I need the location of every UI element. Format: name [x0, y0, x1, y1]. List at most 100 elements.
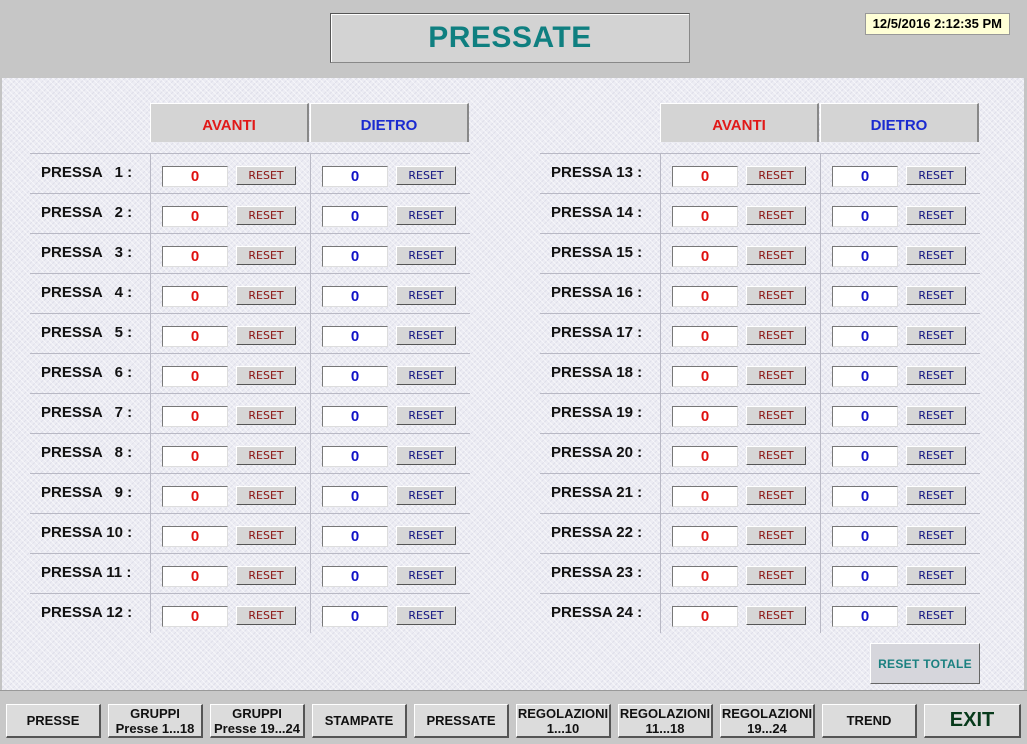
dietro-count-field[interactable]: 0: [832, 486, 898, 507]
avanti-reset-button[interactable]: RESET: [746, 486, 806, 505]
dietro-reset-button[interactable]: RESET: [396, 246, 456, 265]
avanti-count-field[interactable]: 0: [162, 206, 228, 227]
avanti-reset-button[interactable]: RESET: [236, 406, 296, 425]
avanti-reset-button[interactable]: RESET: [746, 286, 806, 305]
avanti-count-field[interactable]: 0: [162, 566, 228, 587]
avanti-reset-button[interactable]: RESET: [236, 246, 296, 265]
dietro-count-field[interactable]: 0: [322, 406, 388, 427]
dietro-reset-button[interactable]: RESET: [396, 406, 456, 425]
avanti-count-field[interactable]: 0: [162, 486, 228, 507]
avanti-count-field[interactable]: 0: [162, 526, 228, 547]
dietro-reset-button[interactable]: RESET: [396, 286, 456, 305]
dietro-count-field[interactable]: 0: [322, 446, 388, 467]
avanti-reset-button[interactable]: RESET: [236, 486, 296, 505]
dietro-reset-button[interactable]: RESET: [906, 206, 966, 225]
nav-button-stampate[interactable]: STAMPATE: [312, 704, 407, 738]
dietro-count-field[interactable]: 0: [832, 246, 898, 267]
avanti-count-field[interactable]: 0: [672, 326, 738, 347]
avanti-reset-button[interactable]: RESET: [746, 446, 806, 465]
dietro-reset-button[interactable]: RESET: [906, 486, 966, 505]
dietro-reset-button[interactable]: RESET: [396, 206, 456, 225]
dietro-reset-button[interactable]: RESET: [396, 486, 456, 505]
dietro-reset-button[interactable]: RESET: [906, 246, 966, 265]
dietro-count-field[interactable]: 0: [322, 206, 388, 227]
avanti-count-field[interactable]: 0: [672, 406, 738, 427]
nav-button-gruppi-1[interactable]: GRUPPI Presse 1...18: [108, 704, 203, 738]
dietro-count-field[interactable]: 0: [832, 326, 898, 347]
dietro-reset-button[interactable]: RESET: [906, 606, 966, 625]
avanti-reset-button[interactable]: RESET: [236, 286, 296, 305]
avanti-count-field[interactable]: 0: [672, 206, 738, 227]
avanti-reset-button[interactable]: RESET: [746, 326, 806, 345]
avanti-count-field[interactable]: 0: [162, 366, 228, 387]
dietro-count-field[interactable]: 0: [832, 366, 898, 387]
reset-totale-button[interactable]: RESET TOTALE: [870, 643, 980, 684]
dietro-count-field[interactable]: 0: [322, 246, 388, 267]
avanti-reset-button[interactable]: RESET: [746, 206, 806, 225]
avanti-count-field[interactable]: 0: [672, 566, 738, 587]
nav-button-regolazioni-5[interactable]: REGOLAZIONI 1...10: [516, 704, 611, 738]
avanti-count-field[interactable]: 0: [672, 166, 738, 187]
nav-button-gruppi-2[interactable]: GRUPPI Presse 19...24: [210, 704, 305, 738]
dietro-count-field[interactable]: 0: [322, 526, 388, 547]
nav-button-regolazioni-7[interactable]: REGOLAZIONI 19...24: [720, 704, 815, 738]
dietro-count-field[interactable]: 0: [832, 606, 898, 627]
dietro-count-field[interactable]: 0: [322, 366, 388, 387]
dietro-reset-button[interactable]: RESET: [396, 566, 456, 585]
dietro-count-field[interactable]: 0: [832, 206, 898, 227]
dietro-count-field[interactable]: 0: [322, 286, 388, 307]
dietro-count-field[interactable]: 0: [322, 606, 388, 627]
avanti-count-field[interactable]: 0: [162, 286, 228, 307]
avanti-reset-button[interactable]: RESET: [746, 246, 806, 265]
dietro-count-field[interactable]: 0: [322, 486, 388, 507]
dietro-reset-button[interactable]: RESET: [906, 406, 966, 425]
avanti-reset-button[interactable]: RESET: [236, 166, 296, 185]
nav-button-exit[interactable]: EXIT: [924, 704, 1021, 738]
avanti-reset-button[interactable]: RESET: [236, 206, 296, 225]
dietro-reset-button[interactable]: RESET: [906, 446, 966, 465]
dietro-reset-button[interactable]: RESET: [906, 566, 966, 585]
dietro-count-field[interactable]: 0: [832, 286, 898, 307]
avanti-reset-button[interactable]: RESET: [236, 566, 296, 585]
dietro-reset-button[interactable]: RESET: [906, 286, 966, 305]
avanti-count-field[interactable]: 0: [162, 166, 228, 187]
avanti-count-field[interactable]: 0: [162, 326, 228, 347]
avanti-count-field[interactable]: 0: [162, 606, 228, 627]
dietro-reset-button[interactable]: RESET: [396, 326, 456, 345]
avanti-reset-button[interactable]: RESET: [236, 366, 296, 385]
avanti-reset-button[interactable]: RESET: [746, 606, 806, 625]
avanti-reset-button[interactable]: RESET: [746, 366, 806, 385]
dietro-reset-button[interactable]: RESET: [396, 366, 456, 385]
nav-button-regolazioni-6[interactable]: REGOLAZIONI 11...18: [618, 704, 713, 738]
avanti-reset-button[interactable]: RESET: [746, 566, 806, 585]
nav-button-pressate[interactable]: PRESSATE: [414, 704, 509, 738]
dietro-count-field[interactable]: 0: [322, 166, 388, 187]
avanti-count-field[interactable]: 0: [162, 446, 228, 467]
avanti-count-field[interactable]: 0: [672, 446, 738, 467]
dietro-reset-button[interactable]: RESET: [906, 326, 966, 345]
dietro-count-field[interactable]: 0: [832, 566, 898, 587]
dietro-reset-button[interactable]: RESET: [396, 526, 456, 545]
avanti-count-field[interactable]: 0: [672, 526, 738, 547]
avanti-reset-button[interactable]: RESET: [746, 526, 806, 545]
avanti-count-field[interactable]: 0: [672, 286, 738, 307]
nav-button-presse[interactable]: PRESSE: [6, 704, 101, 738]
avanti-reset-button[interactable]: RESET: [236, 526, 296, 545]
dietro-reset-button[interactable]: RESET: [396, 446, 456, 465]
dietro-reset-button[interactable]: RESET: [396, 606, 456, 625]
avanti-count-field[interactable]: 0: [672, 486, 738, 507]
nav-button-trend[interactable]: TREND: [822, 704, 917, 738]
dietro-count-field[interactable]: 0: [322, 566, 388, 587]
avanti-reset-button[interactable]: RESET: [236, 446, 296, 465]
avanti-count-field[interactable]: 0: [162, 406, 228, 427]
avanti-reset-button[interactable]: RESET: [236, 606, 296, 625]
avanti-reset-button[interactable]: RESET: [746, 406, 806, 425]
dietro-count-field[interactable]: 0: [832, 526, 898, 547]
dietro-count-field[interactable]: 0: [832, 446, 898, 467]
dietro-reset-button[interactable]: RESET: [906, 366, 966, 385]
avanti-count-field[interactable]: 0: [672, 366, 738, 387]
avanti-count-field[interactable]: 0: [162, 246, 228, 267]
avanti-count-field[interactable]: 0: [672, 246, 738, 267]
dietro-count-field[interactable]: 0: [322, 326, 388, 347]
avanti-count-field[interactable]: 0: [672, 606, 738, 627]
